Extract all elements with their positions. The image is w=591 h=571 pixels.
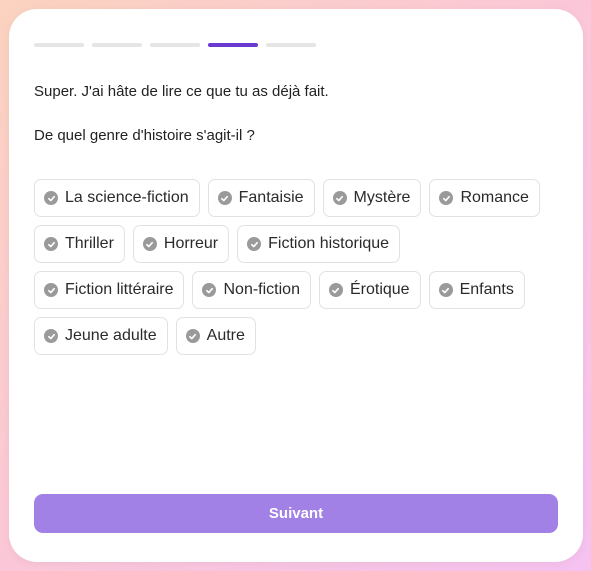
progress-step-3: [150, 43, 200, 47]
progress-step-1: [34, 43, 84, 47]
genre-chip-label: Érotique: [349, 281, 410, 298]
check-circle-icon: [202, 283, 217, 297]
next-button[interactable]: Suivant: [34, 494, 558, 533]
progress-step-2: [92, 43, 142, 47]
genre-chip-label: Fantaisie: [238, 189, 304, 206]
genre-chip-label: Fiction littéraire: [65, 281, 174, 298]
intro-message: Super. J'ai hâte de lire ce que tu as dé…: [34, 83, 329, 100]
check-circle-icon: [247, 237, 262, 251]
check-circle-icon: [185, 329, 200, 343]
genre-chip-jeune-adulte[interactable]: Jeune adulte: [34, 317, 168, 355]
genre-chip-label: Fiction historique: [268, 235, 390, 252]
check-circle-icon: [328, 283, 343, 297]
genre-chip-label: La science-fiction: [65, 189, 189, 206]
progress-step-5: [266, 43, 316, 47]
check-circle-icon: [44, 329, 58, 343]
genre-chip-non-fiction[interactable]: Non-fiction: [192, 271, 311, 309]
genre-chip-erotique[interactable]: Érotique: [318, 271, 421, 309]
genre-chip-label: Non-fiction: [223, 281, 300, 298]
check-circle-icon: [44, 237, 58, 251]
genre-chip-enfants[interactable]: Enfants: [428, 271, 525, 309]
genre-chip-horreur[interactable]: Horreur: [132, 225, 230, 263]
check-circle-icon: [439, 191, 454, 205]
progress-step-4-current: [208, 43, 258, 47]
genre-chip-label: Thriller: [65, 235, 114, 252]
check-circle-icon: [142, 237, 157, 251]
genre-chip-autre[interactable]: Autre: [175, 317, 256, 355]
genre-chip-fiction-historique[interactable]: Fiction historique: [237, 225, 401, 263]
genre-chip-romance[interactable]: Romance: [429, 179, 540, 217]
check-circle-icon: [44, 283, 58, 297]
genre-chip-label: Horreur: [163, 235, 219, 252]
check-circle-icon: [217, 191, 232, 205]
genre-row: Thriller Horreur Fiction historique: [34, 225, 564, 263]
genre-chip-fantaisie[interactable]: Fantaisie: [207, 179, 315, 217]
genre-chip-thriller[interactable]: Thriller: [34, 225, 125, 263]
question-message: De quel genre d'histoire s'agit-il ?: [34, 127, 255, 144]
genre-chip-label: Romance: [460, 189, 529, 206]
check-circle-icon: [44, 191, 58, 205]
progress-bar: [34, 43, 316, 47]
genre-chip-label: Autre: [206, 327, 245, 344]
genre-chip-label: Mystère: [353, 189, 411, 206]
genre-row: Fiction littéraire Non-fiction Érotique …: [34, 271, 564, 309]
genre-options: La science-fiction Fantaisie Mystère Rom…: [34, 179, 564, 363]
genre-row: Jeune adulte Autre: [34, 317, 564, 355]
check-circle-icon: [438, 283, 453, 297]
onboarding-card: Super. J'ai hâte de lire ce que tu as dé…: [9, 9, 583, 562]
check-circle-icon: [332, 191, 347, 205]
genre-chip-science-fiction[interactable]: La science-fiction: [34, 179, 200, 217]
genre-row: La science-fiction Fantaisie Mystère Rom…: [34, 179, 564, 217]
genre-chip-mystere[interactable]: Mystère: [322, 179, 422, 217]
genre-chip-fiction-litteraire[interactable]: Fiction littéraire: [34, 271, 185, 309]
genre-chip-label: Jeune adulte: [65, 327, 157, 344]
genre-chip-label: Enfants: [459, 281, 514, 298]
